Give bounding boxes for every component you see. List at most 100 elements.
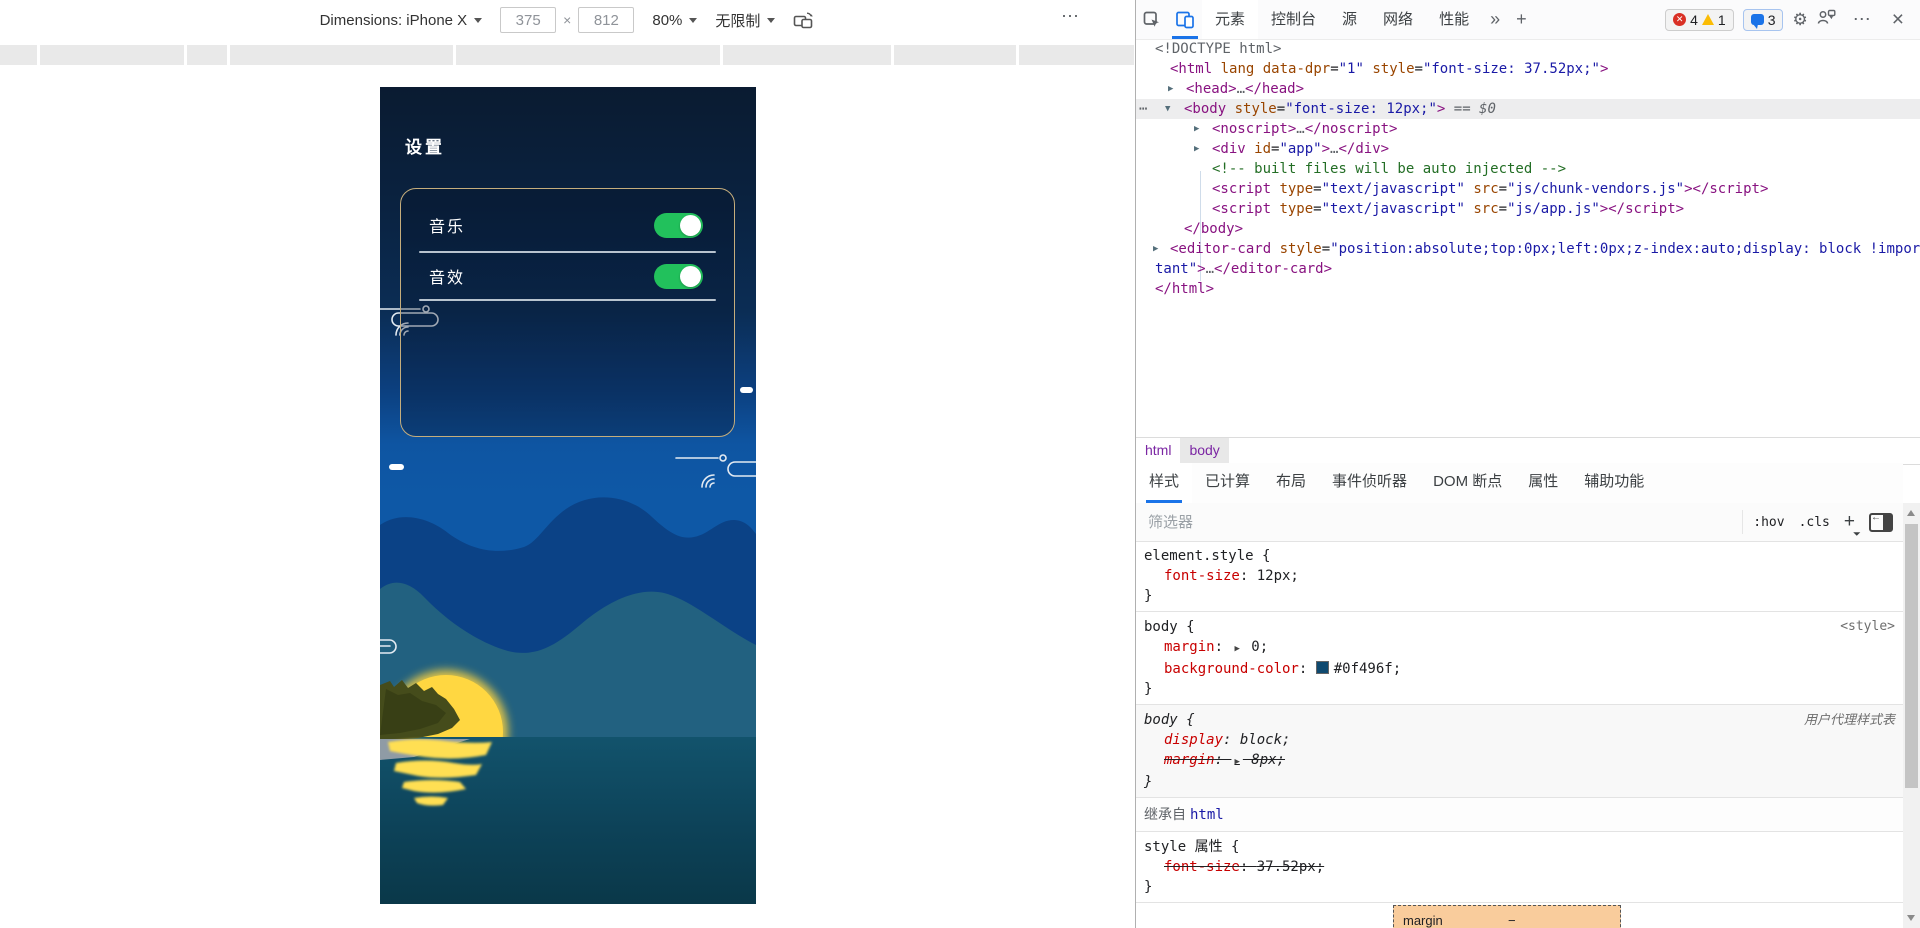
css-declaration[interactable]: display: block; (1144, 730, 1895, 750)
settings-gear-button[interactable]: ⚙ (1792, 10, 1807, 30)
issues-badge[interactable]: 3 (1742, 8, 1784, 31)
settings-card: 音乐音效 (400, 188, 735, 437)
dimension-inputs: 375 × 812 (500, 7, 635, 33)
devtools-more-button[interactable]: ⋯ (1845, 9, 1879, 30)
throttle-selector[interactable]: 无限制 (715, 10, 776, 31)
css-declaration[interactable]: margin: ▶ 0; (1144, 637, 1895, 659)
styles-scrollbar[interactable] (1903, 503, 1920, 928)
device-toolbar: Dimensions: iPhone X 375 × 812 80% 无限制 (0, 0, 1135, 40)
style-rule[interactable]: style 属性 {font-size: 37.52px;} (1136, 832, 1903, 903)
warning-icon (1701, 14, 1714, 25)
css-declaration[interactable]: background-color: #0f496f; (1144, 659, 1895, 679)
color-swatch[interactable] (1315, 661, 1329, 674)
device-toolbar-more-button[interactable]: ⋯ (1061, 6, 1080, 27)
expand-node-icon[interactable]: ▶ (1153, 239, 1158, 259)
errors-warnings-badge[interactable]: ✕ 4 1 (1665, 8, 1734, 31)
styles-tab-属性[interactable]: 属性 (1515, 463, 1571, 503)
expand-node-icon[interactable]: ▶ (1194, 139, 1199, 159)
devtools-panel: 元素 控制台源网络 性能 » + ✕ 4 1 3 ⚙ ⋯ × <!DOCTYPE… (1135, 0, 1920, 928)
toggle-switch-音效[interactable] (654, 263, 703, 289)
settings-row-音乐: 音乐 (401, 199, 734, 251)
expand-shorthand-icon[interactable]: ▶ (1234, 644, 1239, 654)
devtools-actions: ✕ 4 1 3 ⚙ ⋯ × (1665, 8, 1920, 32)
dom-breadcrumb: html body (1136, 437, 1920, 465)
devtools-tabbar: 元素 控制台源网络 性能 » + ✕ 4 1 3 ⚙ ⋯ × (1136, 0, 1920, 40)
styles-tab-事件侦听器[interactable]: 事件侦听器 (1319, 463, 1420, 503)
scrollbar-thumb[interactable] (1905, 524, 1918, 788)
rule-origin-label[interactable]: <style> (1840, 617, 1895, 637)
styles-tab-样式[interactable]: 样式 (1136, 463, 1193, 503)
dom-tree-row[interactable]: <!DOCTYPE html> (1136, 39, 1920, 59)
rotate-button[interactable] (793, 11, 815, 29)
styles-tab-布局[interactable]: 布局 (1263, 463, 1319, 503)
toggle-switch-音乐[interactable] (654, 212, 703, 238)
width-input[interactable]: 375 (500, 7, 557, 33)
styles-tab-已计算[interactable]: 已计算 (1192, 463, 1263, 503)
inspect-element-button[interactable] (1136, 0, 1168, 39)
chevron-down-icon (689, 17, 698, 23)
dom-tree-row[interactable]: </body> (1136, 219, 1920, 239)
elements-dom-tree: <!DOCTYPE html> <html lang data-dpr="1" s… (1136, 39, 1920, 437)
devtools-tab-元素[interactable]: 元素 (1202, 0, 1259, 39)
styles-filter-toolbar: :hov .cls + (1742, 510, 1903, 534)
breadcrumb-item-html[interactable]: html (1136, 438, 1180, 464)
toggle-knob (680, 265, 701, 287)
height-input[interactable]: 812 (578, 7, 635, 33)
style-rule[interactable]: body {用户代理样式表 display: block; margin: ▶ 8p… (1136, 705, 1903, 798)
times-separator: × (563, 12, 572, 28)
box-model-margin-label: margin (1403, 913, 1443, 928)
breadcrumb-item-body[interactable]: body (1180, 438, 1229, 464)
settings-page-title: 设置 (405, 138, 445, 157)
dom-tree-row[interactable]: ⋯ ▼ <body style="font-size: 12px;"> == $0 (1136, 99, 1920, 119)
decorative-dash (740, 387, 753, 393)
close-devtools-button[interactable]: × (1888, 8, 1908, 32)
expand-shorthand-icon[interactable]: ▶ (1234, 757, 1239, 767)
devtools-tab-网络[interactable]: 网络 (1370, 0, 1426, 39)
css-declaration[interactable]: font-size: 37.52px; (1144, 857, 1895, 877)
inherited-from-section: 继承自 html (1136, 798, 1903, 832)
expand-node-icon[interactable]: ▶ (1194, 119, 1199, 139)
expand-node-icon[interactable]: ▶ (1168, 79, 1173, 99)
new-tab-button[interactable]: + (1508, 9, 1535, 30)
new-style-rule-button[interactable]: + (1844, 512, 1855, 531)
dom-tree-row[interactable]: tant">…</editor-card> (1136, 259, 1920, 279)
styles-tab-辅助功能[interactable]: 辅助功能 (1571, 463, 1657, 503)
decorative-dash (389, 464, 404, 470)
style-rule[interactable]: body {<style> margin: ▶ 0; background-colo… (1136, 612, 1903, 705)
device-viewport: 设置 音乐音效 (380, 87, 756, 904)
dom-tree-row[interactable]: <!-- built files will be auto injected -… (1136, 159, 1920, 179)
node-options-icon[interactable]: ⋯ (1139, 99, 1148, 119)
device-toolbar-toggle[interactable] (1168, 0, 1202, 39)
dom-tree-row[interactable]: </html> (1136, 279, 1920, 299)
zoom-selector[interactable]: 80% (652, 12, 698, 29)
styles-filter-input[interactable] (1136, 512, 1743, 532)
devtools-tab-性能[interactable]: 性能 (1426, 0, 1482, 39)
sidebar-layout-toggle-icon[interactable] (1869, 512, 1893, 532)
devtools-tab-控制台[interactable]: 控制台 (1258, 0, 1329, 39)
dom-tree-row[interactable]: <html lang data-dpr="1" style="font-size… (1136, 59, 1920, 79)
toggle-classes-button[interactable]: .cls (1799, 515, 1830, 530)
box-model-margin[interactable]: margin − (1393, 905, 1621, 928)
dom-tree-row[interactable]: <script type="text/javascript" src="js/a… (1136, 199, 1920, 219)
inherited-node-link[interactable]: html (1190, 807, 1224, 823)
styles-tab-DOM 断点[interactable]: DOM 断点 (1420, 463, 1515, 503)
toggle-hover-state-button[interactable]: :hov (1753, 515, 1784, 530)
css-declaration[interactable]: margin: ▶ 8px; (1144, 750, 1895, 772)
scroll-up-icon[interactable] (1907, 510, 1915, 516)
dom-tree-row[interactable]: <script type="text/javascript" src="js/c… (1136, 179, 1920, 199)
scroll-down-icon[interactable] (1907, 915, 1915, 921)
media-query-ruler[interactable] (0, 45, 1134, 65)
devtools-tab-源[interactable]: 源 (1329, 0, 1370, 39)
dom-tree-row[interactable]: ▶ <head>…</head> (1136, 79, 1920, 99)
dom-tree-row[interactable]: ▶ <noscript>…</noscript> (1136, 119, 1920, 139)
device-selector[interactable]: Dimensions: iPhone X (320, 12, 483, 29)
collapse-node-icon[interactable]: ▼ (1165, 99, 1170, 119)
dom-tree-row[interactable]: ▶ <editor-card style="position:absolute;t… (1136, 239, 1920, 259)
css-declaration[interactable]: font-size: 12px; (1144, 566, 1895, 586)
page-pane: Dimensions: iPhone X 375 × 812 80% 无限制 ⋯… (0, 0, 1135, 928)
feedback-button[interactable] (1817, 9, 1836, 31)
settings-row-label: 音效 (429, 270, 466, 287)
style-rule[interactable]: element.style {font-size: 12px;} (1136, 541, 1903, 612)
dom-tree-row[interactable]: ▶ <div id="app">…</div> (1136, 139, 1920, 159)
more-tabs-button[interactable]: » (1482, 9, 1508, 30)
